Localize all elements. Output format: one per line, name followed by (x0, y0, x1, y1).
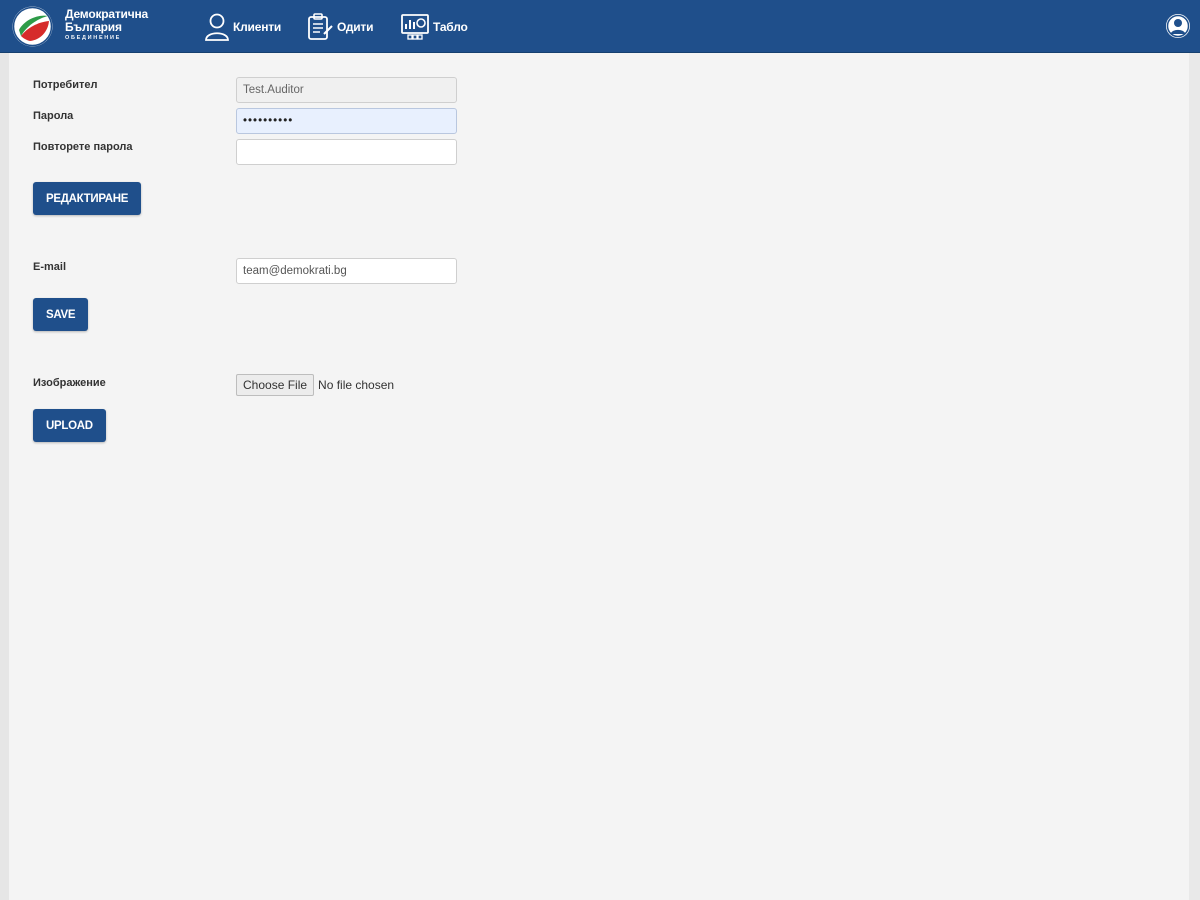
file-status-text: No file chosen (318, 378, 395, 392)
save-button[interactable]: SAVE (33, 298, 89, 331)
image-label: Изображение (33, 377, 106, 389)
page-scrollbar[interactable] (1189, 53, 1200, 900)
edit-button[interactable]: РЕДАКТИРАНЕ (33, 182, 142, 215)
left-page-gutter (0, 53, 9, 900)
email-field[interactable] (236, 258, 457, 284)
nav-audits[interactable]: Одити (306, 0, 373, 53)
dashboard-icon (401, 13, 429, 40)
clipboard-icon (308, 12, 333, 40)
file-picker: Choose File No file chosen (236, 374, 394, 396)
nav-clients-label: Клиенти (233, 19, 282, 34)
nav-dashboard[interactable]: Табло (400, 0, 468, 53)
password-field[interactable] (236, 108, 457, 134)
repeat-password-field[interactable] (236, 139, 457, 165)
email-label: E-mail (33, 261, 67, 273)
nav-dashboard-label: Табло (433, 19, 468, 34)
brand-line-2: България (65, 20, 122, 34)
brand-emblem-icon (12, 6, 53, 47)
password-label: Парола (33, 110, 74, 122)
nav-audits-label: Одити (337, 19, 374, 34)
top-navbar: Демократична България ОБЕДИНЕНИЕ Клиенти… (0, 0, 1200, 53)
choose-file-button[interactable]: Choose File (236, 374, 315, 396)
nav-clients[interactable]: Клиенти (204, 0, 281, 53)
brand-subline: ОБЕДИНЕНИЕ (65, 35, 122, 41)
repeat-password-label: Повторете парола (33, 141, 133, 153)
user-circle-icon[interactable] (1165, 13, 1191, 39)
username-label: Потребител (33, 79, 98, 91)
user-icon (205, 13, 229, 41)
username-field[interactable] (236, 77, 457, 103)
brand-name: Демократична България ОБЕДИНЕНИЕ (65, 8, 148, 42)
brand-logo[interactable]: Демократична България ОБЕДИНЕНИЕ (12, 6, 182, 48)
upload-button[interactable]: UPLOAD (33, 409, 106, 442)
